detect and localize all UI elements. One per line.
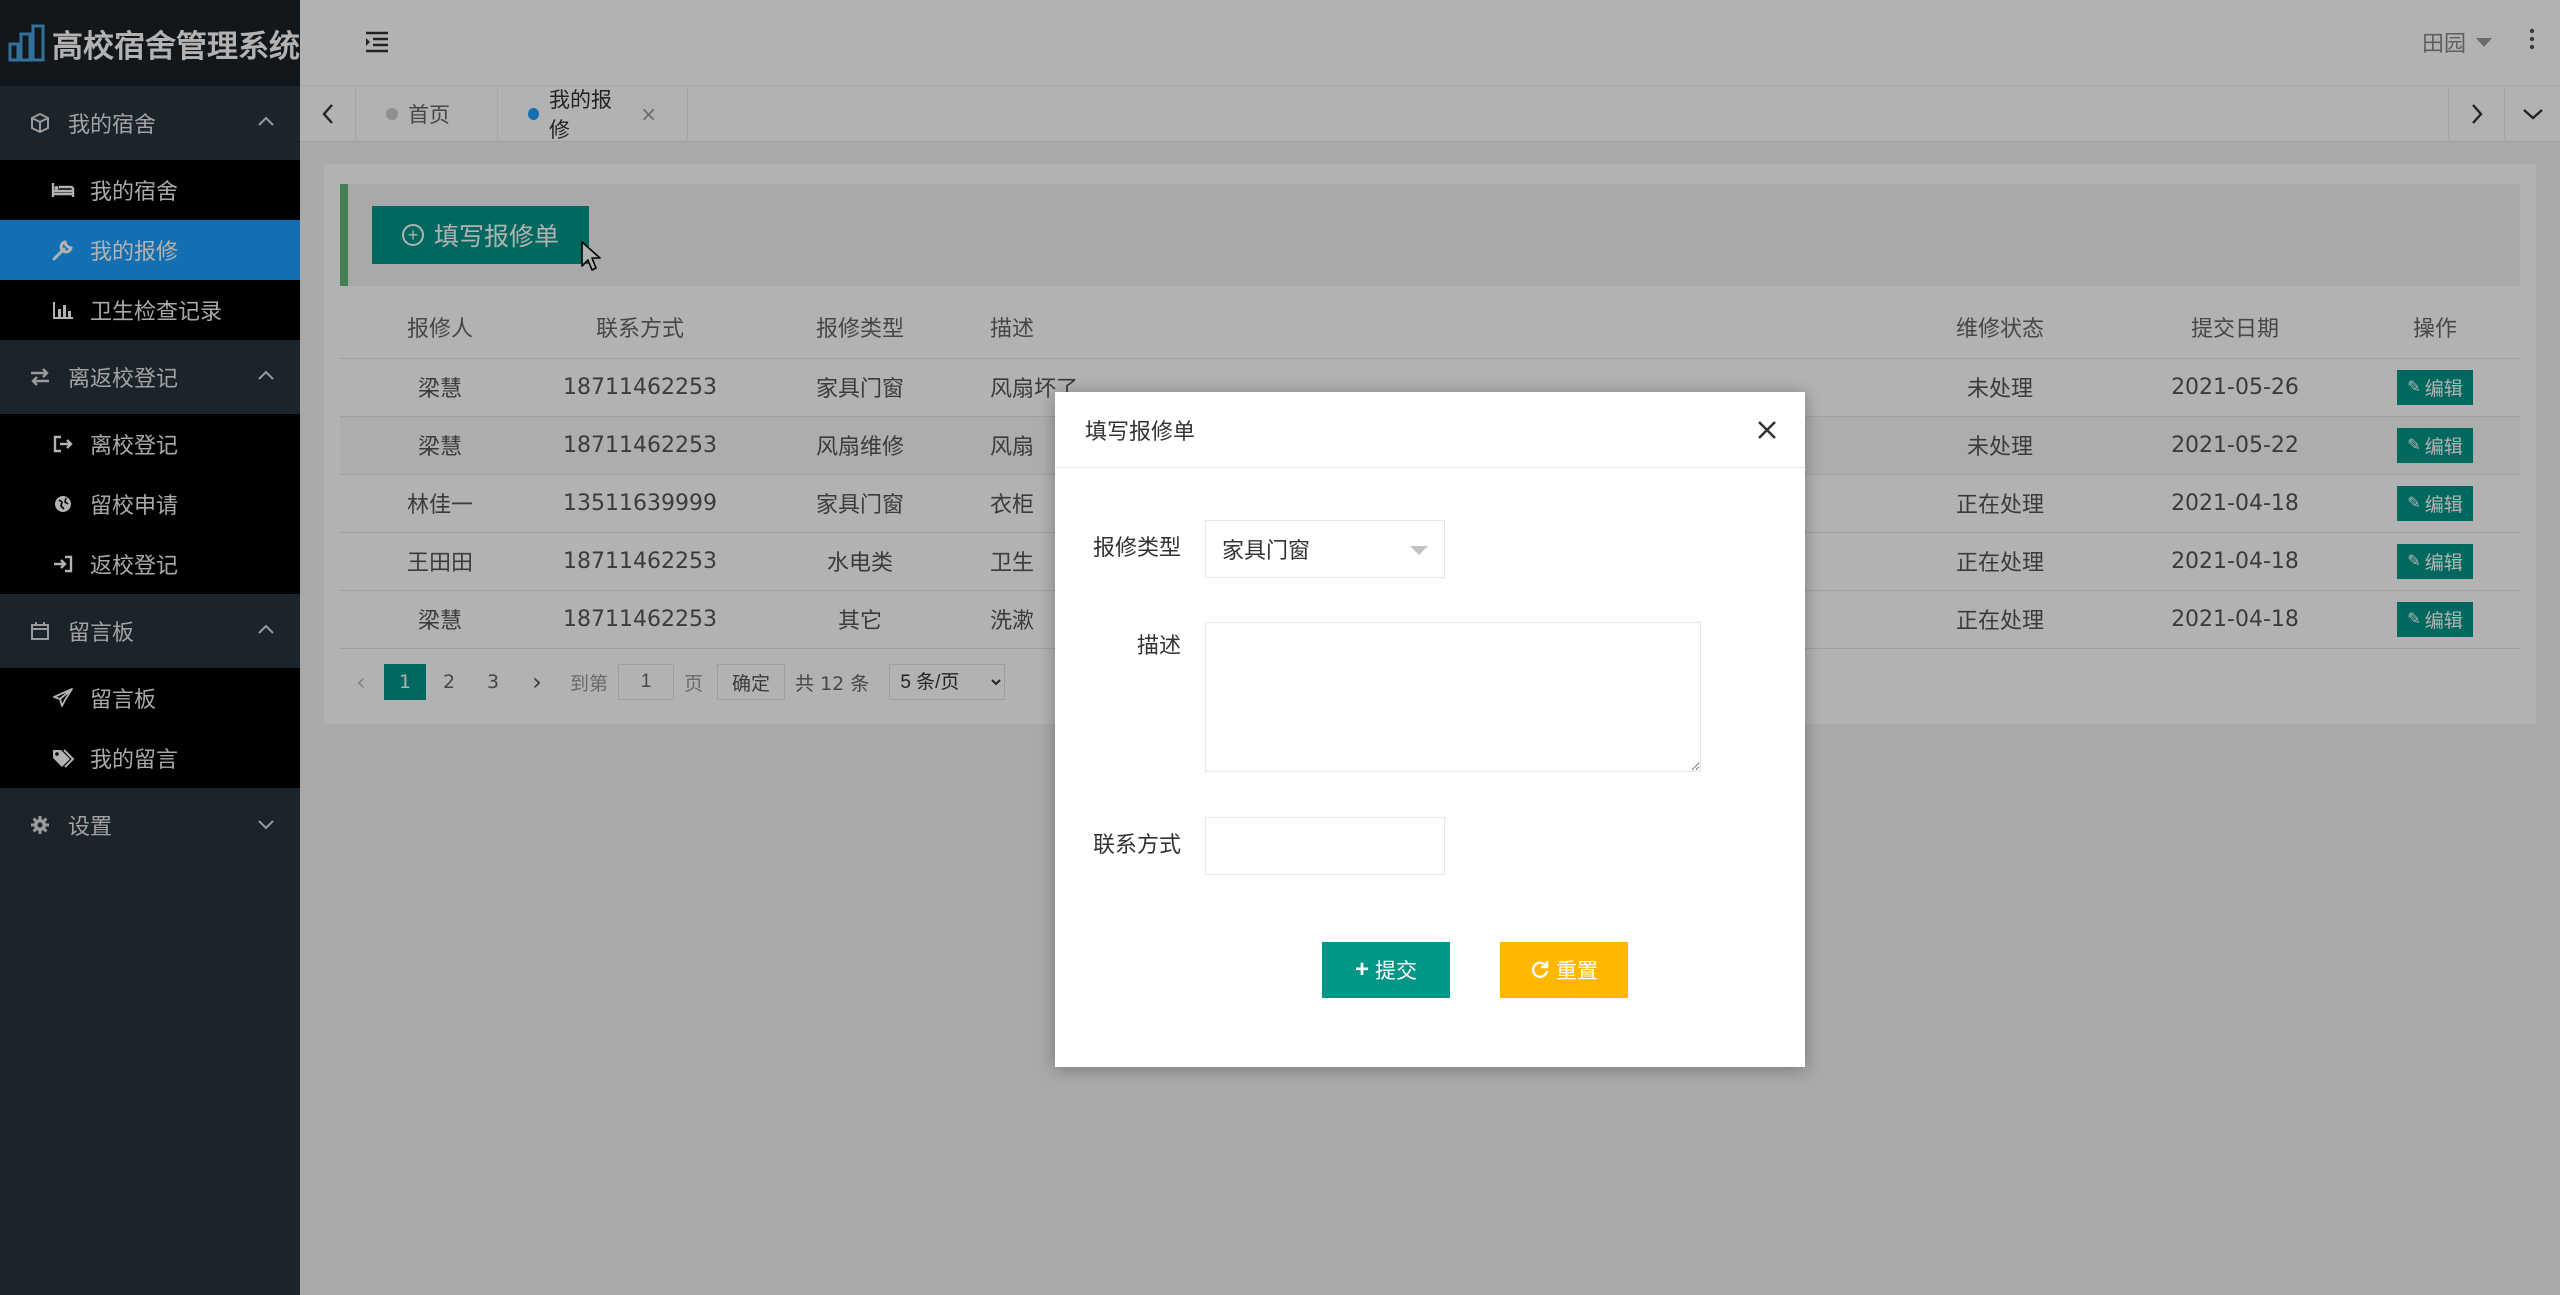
repair-form-dialog: 填写报修单 报修类型 家具门窗 描述 联系方式 + 提交 重置 — [1055, 392, 1805, 1067]
caret-down-icon — [1410, 546, 1428, 555]
repair-type-value: 家具门窗 — [1222, 539, 1311, 564]
submit-label: 提交 — [1375, 960, 1417, 983]
refresh-icon — [1531, 961, 1549, 978]
description-label: 描述 — [1136, 634, 1181, 659]
form-row-type: 报修类型 家具门窗 — [1055, 520, 1445, 578]
reset-label: 重置 — [1556, 960, 1598, 983]
contact-label: 联系方式 — [1092, 833, 1181, 858]
contact-input[interactable] — [1205, 817, 1445, 875]
submit-button[interactable]: + 提交 — [1322, 942, 1450, 998]
close-icon[interactable] — [1753, 416, 1781, 444]
reset-button[interactable]: 重置 — [1500, 942, 1628, 998]
repair-type-select[interactable]: 家具门窗 — [1205, 520, 1445, 578]
description-textarea[interactable] — [1205, 622, 1701, 772]
dialog-title: 填写报修单 — [1085, 419, 1196, 445]
form-row-desc: 描述 — [1055, 622, 1701, 772]
repair-type-label: 报修类型 — [1092, 536, 1181, 561]
form-row-contact: 联系方式 — [1055, 817, 1445, 875]
dialog-header: 填写报修单 — [1055, 392, 1805, 468]
plus-icon: + — [1354, 956, 1369, 983]
